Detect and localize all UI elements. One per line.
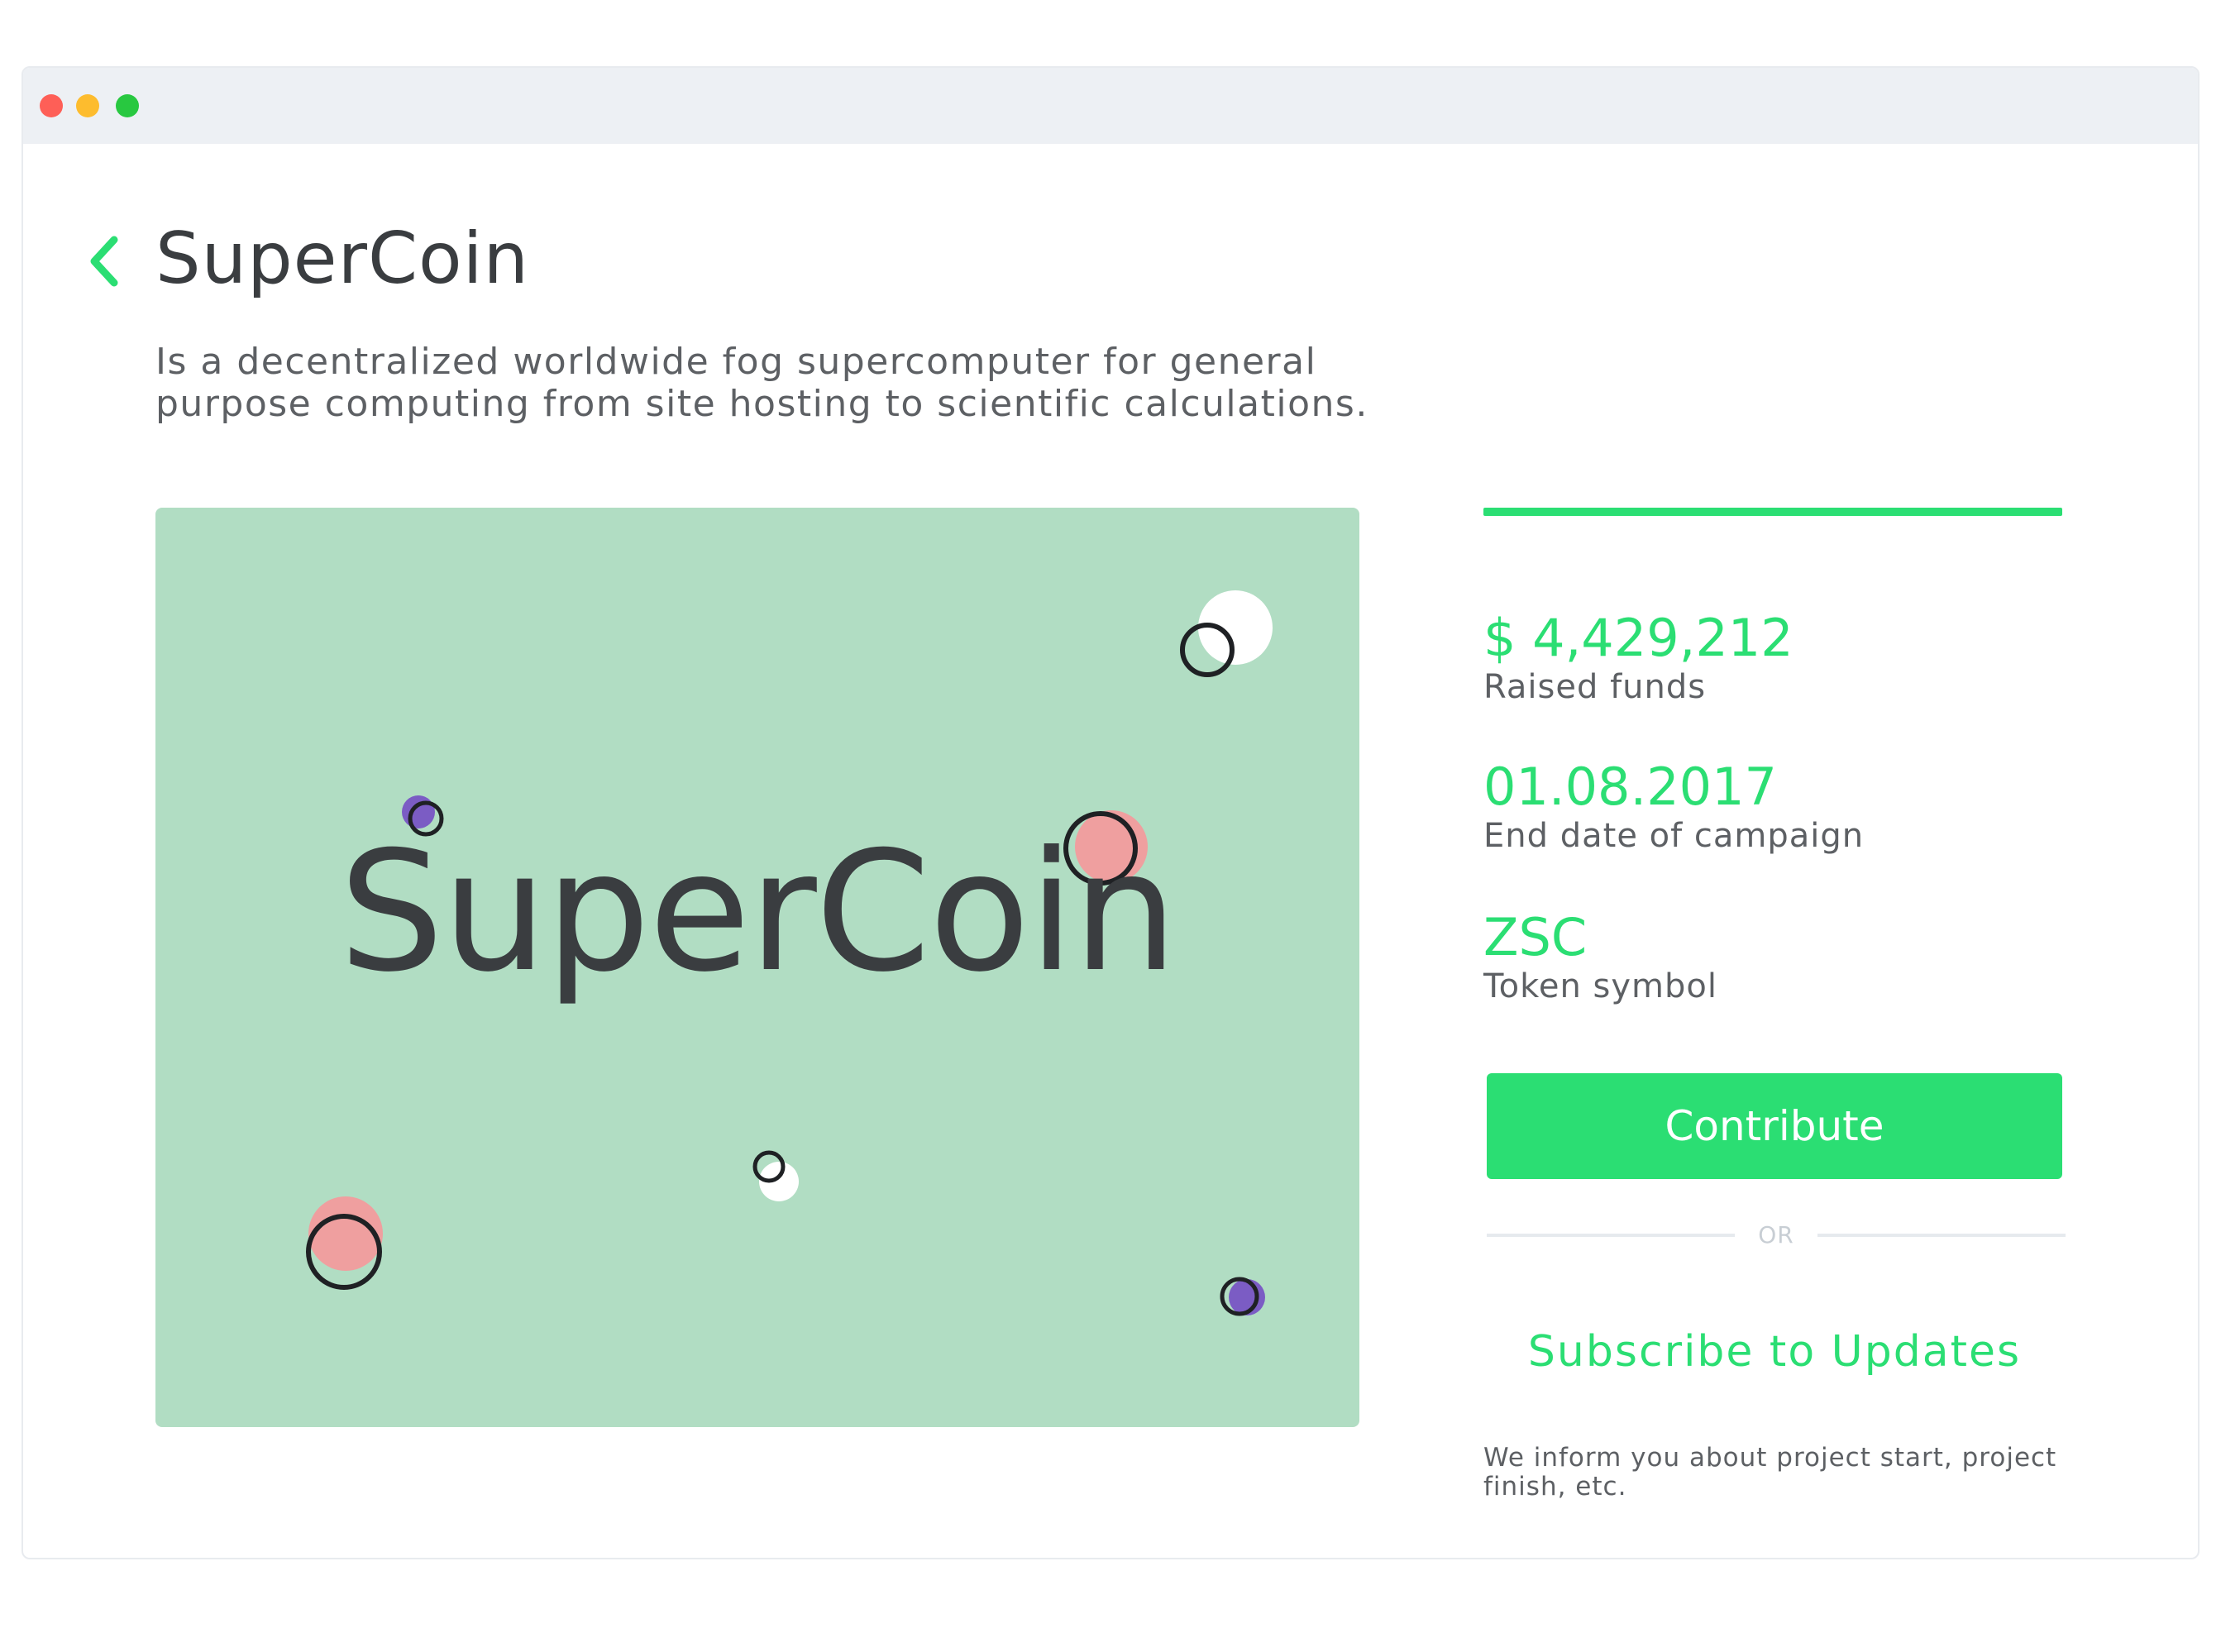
page-title: SuperCoin [155, 217, 530, 300]
project-description: Is a decentralized worldwide fog superco… [155, 341, 1368, 425]
funding-progress-fill [1483, 508, 2062, 516]
window-titlebar [23, 68, 2198, 144]
maximize-window-button[interactable] [116, 94, 139, 117]
token-symbol-value: ZSC [1483, 907, 1588, 967]
token-symbol-stat: ZSC Token symbol [1483, 908, 1717, 1006]
end-date-stat: 01.08.2017 End date of campaign [1483, 757, 1864, 856]
end-date-label: End date of campaign [1483, 817, 1865, 856]
back-button[interactable] [83, 232, 132, 298]
browser-window: SuperCoin Is a decentralized worldwide f… [21, 66, 2200, 1559]
raised-funds-stat: $ 4,429,212 Raised funds [1483, 609, 1794, 707]
campaign-stats: $ 4,429,212 Raised funds 01.08.2017 End … [1483, 508, 2066, 1502]
token-symbol-label: Token symbol [1483, 967, 1717, 1006]
or-divider: OR [1487, 1219, 2066, 1252]
contribute-button[interactable]: Contribute [1487, 1073, 2062, 1179]
end-date-value: 01.08.2017 [1483, 757, 1777, 817]
raised-funds-label: Raised funds [1483, 668, 1707, 707]
chevron-left-icon [90, 236, 118, 287]
subscribe-updates-link[interactable]: Subscribe to Updates [1487, 1326, 2062, 1377]
close-window-button[interactable] [40, 94, 63, 117]
divider-line-left [1487, 1234, 1735, 1237]
hero-logo-text: SuperCoin [338, 816, 1177, 1009]
or-label: OR [1758, 1221, 1794, 1249]
divider-line-right [1817, 1234, 2066, 1237]
funding-progress-bar [1483, 508, 2062, 516]
project-hero-image: SuperCoin [155, 508, 1359, 1427]
raised-funds-value: $ 4,429,212 [1483, 608, 1794, 668]
subscribe-note: We inform you about project start, proje… [1483, 1443, 2057, 1502]
minimize-window-button[interactable] [76, 94, 99, 117]
